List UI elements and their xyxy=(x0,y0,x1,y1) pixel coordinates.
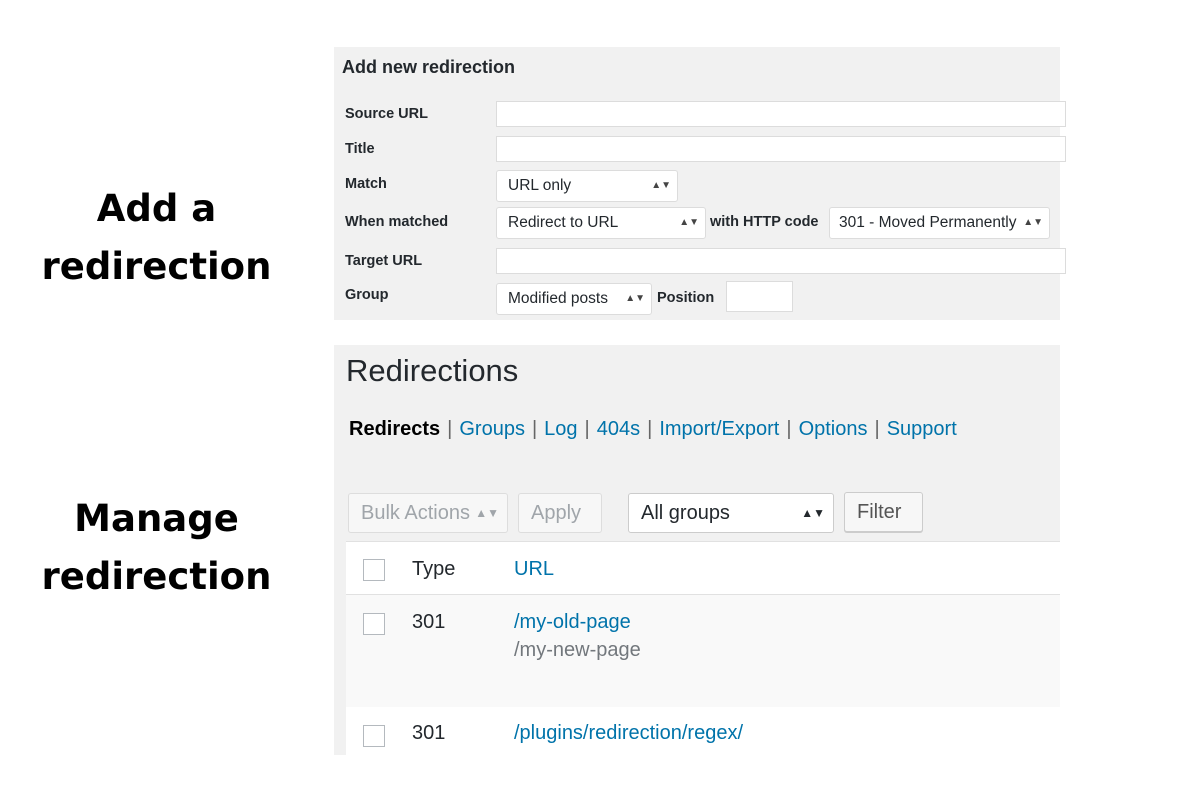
page-title: Redirections xyxy=(346,353,519,388)
filter-button[interactable]: Filter xyxy=(844,492,923,532)
subnav-item-redirects[interactable]: Redirects xyxy=(349,418,440,440)
caption-line: redirection xyxy=(41,245,272,288)
target-url-label: Target URL xyxy=(345,253,423,269)
redirections-table: Type URL 301 /my-old-page /my-new-page 3… xyxy=(346,541,1060,756)
select-arrows-icon: ▲▼ xyxy=(625,293,645,304)
http-code-label: with HTTP code xyxy=(710,214,819,230)
caption-line: Manage xyxy=(74,497,239,540)
subnav-separator: | xyxy=(531,418,538,440)
table-row: 301 /plugins/redirection/regex/ xyxy=(346,707,1060,756)
table-row: 301 /my-old-page /my-new-page xyxy=(346,595,1060,707)
row-target-url: /my-new-page xyxy=(514,639,641,661)
subnav-item-groups[interactable]: Groups xyxy=(459,418,525,440)
select-arrows-icon: ▲▼ xyxy=(651,180,671,191)
row-type: 301 xyxy=(412,722,446,744)
target-url-input[interactable] xyxy=(496,248,1066,274)
group-filter-value: All groups xyxy=(641,502,730,524)
subnav-item-404s[interactable]: 404s xyxy=(597,418,640,440)
subnav: Redirects | Groups | Log | 404s | Import/Export |… xyxy=(349,418,957,441)
select-arrows-icon: ▲▼ xyxy=(1023,217,1043,228)
column-header-url[interactable]: URL xyxy=(514,558,554,581)
select-arrows-icon: ▲▼ xyxy=(801,506,825,520)
title-label: Title xyxy=(345,141,375,157)
title-input[interactable] xyxy=(496,136,1066,162)
subnav-item-options[interactable]: Options xyxy=(799,418,868,440)
match-select-value: URL only xyxy=(508,177,572,194)
bulk-actions-value: Bulk Actions xyxy=(361,502,470,524)
row-type: 301 xyxy=(412,611,446,633)
source-url-label: Source URL xyxy=(345,106,428,122)
manage-redirection-caption: Manage redirection xyxy=(0,490,313,606)
row-checkbox[interactable] xyxy=(363,725,385,747)
redirections-panel: Redirections Redirects | Groups | Log | 404s | I… xyxy=(334,345,1060,756)
add-redirection-panel: Add new redirection Source URL Title Mat… xyxy=(334,47,1066,320)
subnav-item-support[interactable]: Support xyxy=(887,418,957,440)
row-source-url[interactable]: /plugins/redirection/regex/ xyxy=(514,722,743,745)
row-checkbox[interactable] xyxy=(363,613,385,635)
group-label: Group xyxy=(345,287,389,303)
apply-button[interactable]: Apply xyxy=(518,493,602,533)
position-label: Position xyxy=(657,290,715,306)
when-matched-label: When matched xyxy=(345,214,449,230)
http-code-select-value: 301 - Moved Permanently xyxy=(839,214,1017,231)
group-select[interactable]: Modified posts ▲▼ xyxy=(496,283,652,315)
subnav-separator: | xyxy=(584,418,590,440)
row-source-url[interactable]: /my-old-page xyxy=(514,611,631,634)
position-input[interactable] xyxy=(726,281,793,312)
add-redirection-caption: Add a redirection xyxy=(0,180,313,296)
select-arrows-icon: ▲▼ xyxy=(475,506,499,520)
group-select-value: Modified posts xyxy=(508,290,608,307)
when-matched-select[interactable]: Redirect to URL ▲▼ xyxy=(496,207,706,239)
caption-line: redirection xyxy=(41,555,272,598)
subnav-item-log[interactable]: Log xyxy=(544,418,577,440)
subnav-separator: | xyxy=(647,418,653,440)
subnav-separator: | xyxy=(447,418,453,440)
match-select[interactable]: URL only ▲▼ xyxy=(496,170,678,202)
source-url-input[interactable] xyxy=(496,101,1066,127)
subnav-item-import-export[interactable]: Import/Export xyxy=(659,418,779,440)
group-filter-select[interactable]: All groups ▲▼ xyxy=(628,493,834,533)
select-arrows-icon: ▲▼ xyxy=(679,217,699,228)
column-header-type: Type xyxy=(412,558,456,580)
select-all-checkbox[interactable] xyxy=(363,559,385,581)
caption-line: Add a xyxy=(96,187,217,230)
subnav-separator: | xyxy=(786,418,792,440)
http-code-select[interactable]: 301 - Moved Permanently ▲▼ xyxy=(829,207,1050,239)
subnav-separator: | xyxy=(874,418,880,440)
panel-title: Add new redirection xyxy=(342,57,516,77)
match-label: Match xyxy=(345,176,387,192)
when-matched-select-value: Redirect to URL xyxy=(508,214,619,231)
bulk-actions-select[interactable]: Bulk Actions ▲▼ xyxy=(348,493,508,533)
